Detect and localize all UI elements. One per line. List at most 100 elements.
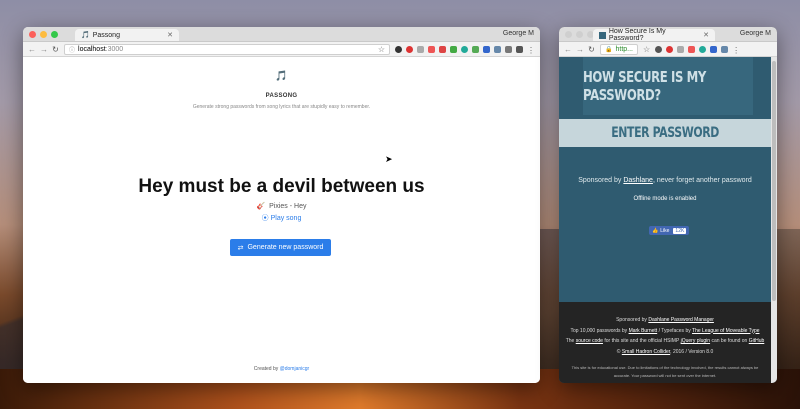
titlebar: How Secure Is My Password? ✕ George M [559,27,777,42]
extension-icon[interactable] [461,45,468,53]
tab-passong[interactable]: 🎵 Passong ✕ [75,29,179,41]
sponsor-prefix: Sponsored by [578,177,622,184]
forward-icon[interactable]: → [40,45,48,54]
source-code-link[interactable]: source code [576,338,603,344]
close-tab-icon[interactable]: ✕ [167,31,173,39]
extension-icon[interactable] [505,45,512,53]
browser-toolbar: ← → ↻ ⓘ localhost:3000 ☆ ⋮ [23,42,540,57]
menu-dots-icon[interactable]: ⋮ [732,46,740,55]
profile-name[interactable]: George M [740,30,771,37]
footer-text: , 2016 / Version 8.0 [670,348,714,355]
play-song-link[interactable]: ⦿ Play song [23,213,540,223]
dashlane-link[interactable]: Dashlane [623,177,653,184]
window-controls [565,31,594,38]
bookmark-star-icon[interactable]: ☆ [643,45,650,54]
opera-icon[interactable] [666,45,674,53]
footer-text: for this site and the official HSIMP [604,338,680,344]
opera-icon[interactable] [406,45,413,53]
footer-line: Top 10,000 passwords by Mark Burnett / T… [559,326,771,337]
extension-icon[interactable] [721,45,729,53]
tab-title: Passong [92,31,120,39]
legal-line: accurate. Your password will not be sent… [613,373,717,378]
minimize-window-button[interactable] [576,31,583,38]
footer-text: / Typefaces by [658,327,691,334]
footer-credit: Created by @domjanicgr [23,366,540,372]
extension-icon[interactable] [483,45,490,53]
generate-password-button[interactable]: ⇄ Generate new password [230,239,331,256]
back-icon[interactable]: ← [28,45,36,54]
small-hadron-collider-link[interactable]: Small Hadron Collider [622,349,670,355]
legal-line: This site is for educational use. Due to… [571,365,759,370]
author-link[interactable]: @domjanicgr [280,366,310,372]
hsimp-page: HOW SECURE IS MY PASSWORD? ENTER PASSWOR… [559,57,777,383]
reload-icon[interactable]: ↻ [52,45,59,54]
extension-icon[interactable] [699,45,707,53]
extension-icon[interactable] [450,45,457,53]
forward-icon[interactable]: → [576,45,584,54]
sponsor-text: Sponsored by Dashlane, never forget anot… [559,177,771,184]
menu-dots-icon[interactable]: ⋮ [527,46,535,55]
passong-page: 🎵 PASSONG Generate strong passwords from… [23,57,540,383]
jquery-plugin-link[interactable]: jQuery plugin [681,338,710,344]
extension-icon[interactable] [494,45,501,53]
extension-icon[interactable] [677,45,685,53]
legal-disclaimer: This site is for educational use. Due to… [559,364,771,380]
minimize-window-button[interactable] [40,31,47,38]
footer-text: The [565,338,575,344]
league-moveable-type-link[interactable]: The League of Moveable Type [692,328,759,334]
tagline: Generate strong passwords from song lyri… [192,104,371,110]
tab-hsimp[interactable]: How Secure Is My Password? ✕ [593,28,715,42]
extension-icon[interactable] [417,45,424,53]
password-input[interactable]: ENTER PASSWORD [559,119,771,147]
extension-icon[interactable] [655,45,663,53]
back-icon[interactable]: ← [564,45,572,54]
mark-burnett-link[interactable]: Mark Burnett [629,328,658,334]
dashlane-manager-link[interactable]: Dashlane Password Manager [648,317,714,323]
bookmark-star-icon[interactable]: ☆ [378,45,385,54]
footer-text: can be found on [711,338,748,344]
url-port: :3000 [105,45,124,53]
reload-icon[interactable]: ↻ [588,45,595,54]
footer-line: © Small Hadron Collider, 2016 / Version … [559,347,771,358]
guitar-icon: 🎸 [256,203,266,210]
page-footer: Sponsored by Dashlane Password Manager T… [559,302,771,383]
address-bar[interactable]: ⓘ localhost:3000 ☆ [64,43,390,55]
sponsor-suffix: , never forget another password [652,177,752,184]
zoom-window-button[interactable] [51,31,58,38]
facebook-like-button[interactable]: 👍 Like 12K [649,226,690,235]
footer-text: Top 10,000 passwords by [570,327,628,334]
play-icon: ⦿ [261,215,269,222]
extension-icon[interactable] [710,45,718,53]
scrollbar-thumb[interactable] [772,61,776,301]
brand-name: PASSONG [265,93,298,99]
extensions-bar: ⋮ [655,45,740,55]
footer-line: The source code for this site and the of… [559,336,771,347]
url-text: http... [615,45,633,53]
credit-prefix: Created by [253,366,279,372]
close-tab-icon[interactable]: ✕ [703,31,709,39]
github-link[interactable]: GitHub [749,338,765,344]
extension-icon[interactable] [472,45,479,53]
page-title: HOW SECURE IS MY PASSWORD? [582,57,754,115]
song-info: 🎸 Pixies - Hey [23,202,540,210]
address-bar[interactable]: 🔒 http... [600,43,638,55]
extension-icon[interactable] [395,45,402,53]
vertical-scrollbar[interactable] [771,57,777,383]
extension-icon[interactable] [428,45,435,53]
info-icon: ⓘ [69,47,76,54]
extension-icon[interactable] [688,45,696,53]
browser-toolbar: ← → ↻ 🔒 http... ☆ ⋮ [559,42,777,57]
footer-text: © [616,348,621,355]
footer-line: Sponsored by Dashlane Password Manager [559,315,771,326]
offline-status: Offline mode is enabled [633,196,697,202]
passong-browser-window: 🎵 Passong ✕ George M ← → ↻ ⓘ localhost:3… [23,27,540,383]
hsimp-favicon-icon [599,31,606,39]
profile-name[interactable]: George M [503,30,534,37]
titlebar: 🎵 Passong ✕ George M [23,27,540,42]
extension-icon[interactable] [439,45,446,53]
extension-icon[interactable] [516,45,523,53]
tab-title: How Secure Is My Password? [608,28,666,42]
song-title: Pixies - Hey [269,203,307,210]
close-window-button[interactable] [565,31,572,38]
close-window-button[interactable] [29,31,36,38]
